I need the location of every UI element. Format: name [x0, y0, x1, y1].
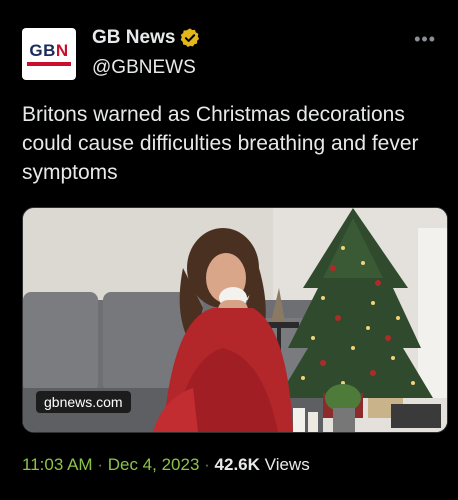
more-horizontal-icon[interactable]: •••	[414, 29, 436, 50]
tweet-date[interactable]: Dec 4, 2023	[108, 455, 200, 474]
tweet-meta: 11:03 AM · Dec 4, 2023 · 42.6K Views	[22, 455, 310, 475]
verified-badge-icon	[181, 28, 200, 47]
logo-strap	[27, 62, 71, 66]
avatar[interactable]: GBN	[22, 28, 76, 80]
meta-separator: ·	[204, 455, 210, 474]
gbn-logo: GBN	[29, 41, 69, 60]
link-label[interactable]: gbnews.com	[36, 391, 131, 413]
views-count: 42.6K	[214, 455, 260, 474]
meta-separator: ·	[97, 455, 103, 474]
author-handle[interactable]: @GBNEWS	[92, 57, 196, 79]
tweet[interactable]: GBN GB News @GBNEWS ••• Britons warned a…	[0, 0, 458, 500]
tweet-time[interactable]: 11:03 AM	[22, 455, 93, 474]
author-name[interactable]: GB News	[92, 27, 175, 49]
views-label: Views	[264, 455, 310, 474]
author-name-row[interactable]: GB News	[92, 27, 201, 49]
tweet-text: Britons warned as Christmas decorations …	[22, 103, 419, 184]
tweet-media[interactable]: gbnews.com	[22, 207, 448, 433]
